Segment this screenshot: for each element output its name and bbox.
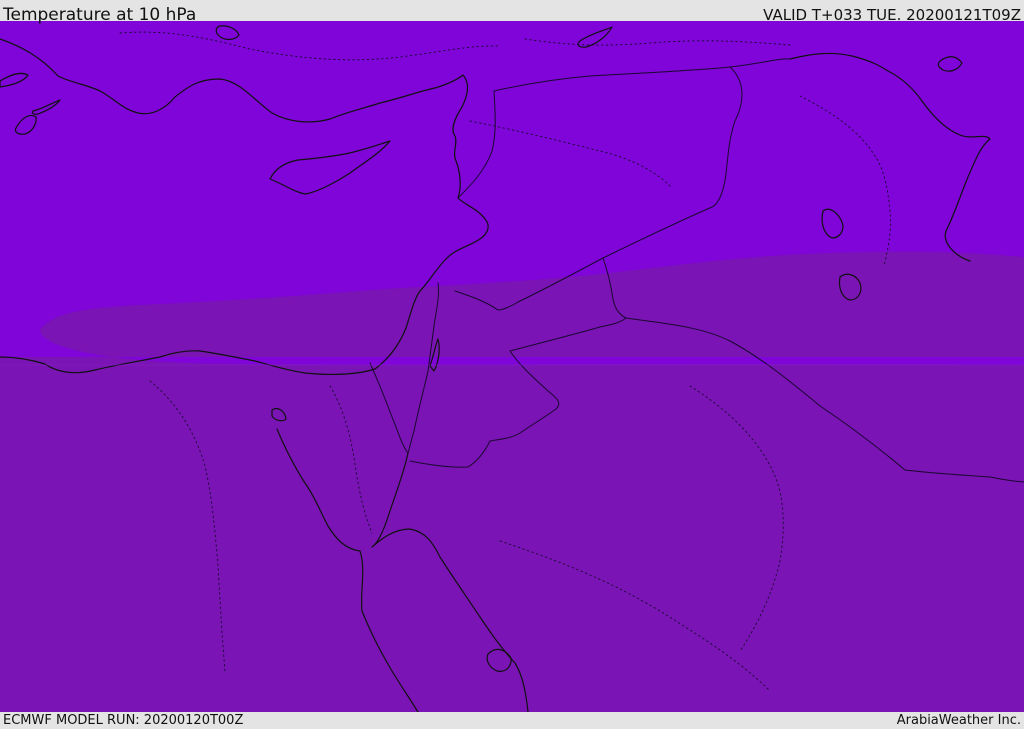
weather-map-page: Temperature at 10 hPa VALID T+033 TUE. 2…	[0, 0, 1024, 729]
map-svg	[0, 21, 1024, 712]
map-footer: ECMWF MODEL RUN: 20200120T00Z ArabiaWeat…	[0, 712, 1024, 729]
credit-text: ArabiaWeather Inc.	[896, 713, 1021, 728]
valid-time: VALID T+033 TUE. 20200121T09Z	[763, 6, 1021, 24]
map-title: Temperature at 10 hPa	[3, 5, 197, 25]
temperature-map	[0, 21, 1024, 712]
map-header: Temperature at 10 hPa VALID T+033 TUE. 2…	[0, 0, 1024, 25]
model-run: ECMWF MODEL RUN: 20200120T00Z	[3, 713, 244, 728]
